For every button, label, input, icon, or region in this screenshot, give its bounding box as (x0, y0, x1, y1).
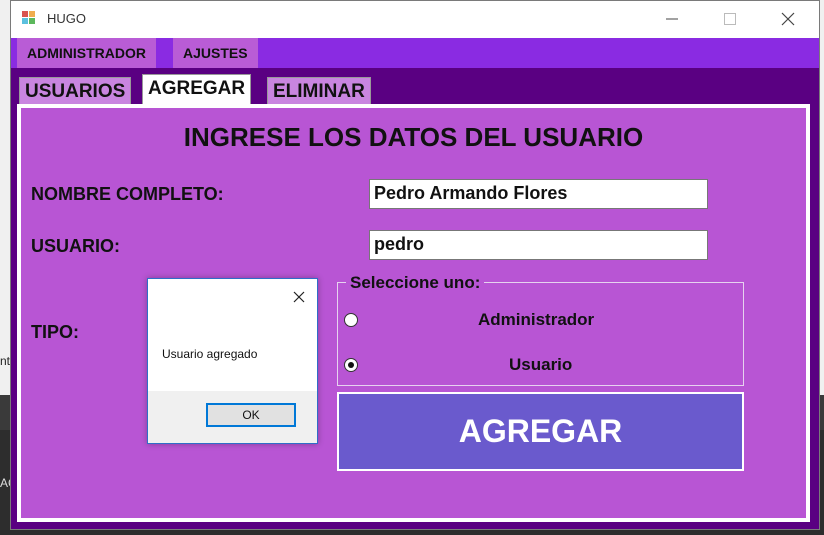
radio-administrador-label[interactable]: Administrador (478, 310, 594, 330)
close-icon (293, 291, 305, 303)
background-text-fragment: nt (0, 354, 11, 368)
radio-usuario-label[interactable]: Usuario (509, 355, 572, 375)
form-panel: INGRESE LOS DATOS DEL USUARIO NOMBRE COM… (17, 104, 810, 522)
tab-agregar[interactable]: AGREGAR (142, 74, 252, 106)
message-dialog: Usuario agregado OK (147, 278, 318, 444)
group-title: Seleccione uno: (346, 273, 485, 293)
dialog-close-button[interactable] (293, 287, 305, 308)
tab-eliminar[interactable]: ELIMINAR (267, 77, 371, 105)
nombre-field[interactable]: Pedro Armando Flores (369, 179, 708, 209)
main-window: HUGO ADMINISTRADOR AJUSTES USUARIOS AGRE… (10, 0, 820, 530)
menu-bar: ADMINISTRADOR AJUSTES (11, 38, 819, 68)
minimize-button[interactable] (643, 1, 701, 37)
tipo-group: Seleccione uno: Administrador Usuario (337, 273, 744, 386)
app-icon (22, 11, 36, 25)
agregar-button[interactable]: AGREGAR (337, 392, 744, 471)
radio-usuario[interactable] (344, 358, 358, 372)
dialog-footer: OK (148, 391, 317, 443)
ok-button[interactable]: OK (206, 403, 296, 427)
nombre-label: NOMBRE COMPLETO: (31, 184, 224, 204)
window-title: HUGO (47, 11, 86, 26)
page-title: INGRESE LOS DATOS DEL USUARIO (183, 122, 644, 152)
maximize-icon (724, 13, 736, 25)
maximize-button[interactable] (701, 1, 759, 37)
radio-administrador[interactable] (344, 313, 358, 327)
minimize-icon (666, 18, 678, 20)
menu-item-administrador[interactable]: ADMINISTRADOR (17, 38, 156, 68)
close-button[interactable] (759, 1, 817, 37)
dialog-message: Usuario agregado (162, 347, 258, 361)
title-bar: HUGO (11, 1, 819, 37)
tab-usuarios[interactable]: USUARIOS (19, 77, 132, 105)
menu-item-ajustes[interactable]: AJUSTES (173, 38, 258, 68)
usuario-label: USUARIO: (31, 236, 120, 256)
close-icon (781, 12, 795, 26)
tipo-label: TIPO: (31, 322, 79, 342)
content-area: USUARIOS AGREGAR ELIMINAR INGRESE LOS DA… (11, 68, 819, 529)
usuario-field[interactable]: pedro (369, 230, 708, 260)
